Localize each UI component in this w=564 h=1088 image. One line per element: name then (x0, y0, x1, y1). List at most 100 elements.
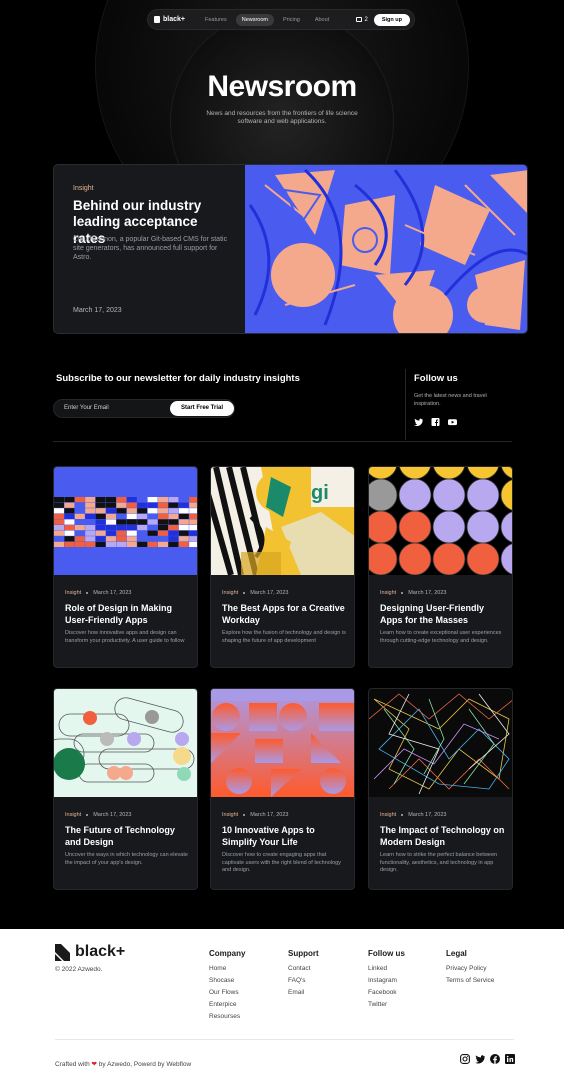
footer-link-faqs[interactable]: FAQ's (288, 977, 319, 984)
footer-credit: Crafted with ❤ by Azwedo, Powerd by Webf… (55, 1060, 191, 1068)
featured-tag: Insight (73, 185, 94, 192)
card-description: Discover how to create engaging apps tha… (222, 852, 341, 874)
facebook-icon[interactable] (431, 418, 440, 426)
footer-link-resources[interactable]: Resourses (209, 1013, 245, 1020)
card-tag: Insight (380, 812, 397, 818)
article-card[interactable]: Insight March 17, 2023 Designing User-Fr… (368, 466, 513, 668)
nav-link-newsroom[interactable]: Newsroom (235, 13, 275, 26)
card-image: gi (211, 467, 354, 575)
nav-link-pricing[interactable]: Pricing (277, 14, 306, 26)
page-title: Newsroom (207, 70, 357, 103)
page-subtitle: News and resources from the frontiers of… (206, 110, 358, 126)
section-divider (53, 441, 512, 442)
featured-article[interactable]: Insight Behind our industry leading acce… (53, 164, 528, 334)
logo-mark-icon (154, 16, 160, 23)
featured-date: March 17, 2023 (73, 307, 122, 314)
footer-link-twitter[interactable]: Twitter (368, 1001, 405, 1008)
article-card[interactable]: Insight March 17, 2023 10 Innovative App… (210, 688, 355, 890)
card-title[interactable]: 10 Innovative Apps to Simplify Your Life (222, 824, 347, 849)
meta-separator (243, 814, 246, 816)
footer: black+ © 2022 Azwedo. Company Home Shoca… (0, 929, 564, 1088)
meta-separator (86, 592, 89, 594)
footer-heading: Follow us (368, 949, 405, 958)
meta-separator (86, 814, 89, 816)
youtube-icon[interactable] (448, 418, 457, 426)
nav-link-about[interactable]: About (309, 14, 335, 26)
card-image (211, 689, 354, 797)
card-image (54, 689, 197, 797)
svg-text:gi: gi (311, 482, 329, 504)
footer-link-home[interactable]: Home (209, 965, 245, 972)
footer-brand: black+ (75, 943, 126, 960)
cart-button[interactable]: 2 (356, 17, 368, 23)
card-meta: Insight March 17, 2023 (380, 590, 446, 596)
heart-icon: ❤ (91, 1061, 97, 1068)
card-title[interactable]: Role of Design in Making User-Friendly A… (65, 602, 190, 627)
footer-link-linked[interactable]: Linked (368, 965, 405, 972)
footer-link-instagram[interactable]: Instagram (368, 977, 405, 984)
card-date: March 17, 2023 (93, 812, 132, 818)
footer-link-contact[interactable]: Contact (288, 965, 319, 972)
newsletter-title: Subscribe to our newsletter for daily in… (56, 373, 300, 384)
footer-logo[interactable]: black+ (55, 943, 125, 961)
follow-icons (414, 418, 457, 426)
card-meta: Insight March 17, 2023 (65, 812, 131, 818)
card-date: March 17, 2023 (250, 812, 289, 818)
twitter-icon[interactable] (414, 418, 423, 426)
card-description: Learn how to create exceptional user exp… (380, 630, 502, 644)
card-date: March 17, 2023 (408, 812, 447, 818)
twitter-icon[interactable] (475, 1054, 485, 1064)
card-meta: Insight March 17, 2023 (380, 812, 446, 818)
article-card[interactable]: Insight March 17, 2023 The Impact of Tec… (368, 688, 513, 890)
newsletter-divider (405, 369, 406, 440)
card-image (369, 689, 512, 797)
nav-brand: black+ (163, 16, 185, 23)
card-title[interactable]: The Future of Technology and Design (65, 824, 190, 849)
meta-separator (401, 592, 404, 594)
nav-link-features[interactable]: Features (199, 14, 233, 26)
card-image (369, 467, 512, 575)
footer-divider (55, 1039, 514, 1040)
meta-separator (401, 814, 404, 816)
credit-prefix: Crafted with (55, 1061, 90, 1068)
card-description: Learn how to strike the perfect balance … (380, 852, 498, 874)
card-title[interactable]: Designing User-Friendly Apps for the Mas… (380, 602, 505, 627)
footer-column-company: Company Home Shocase Our Flows Enterpice… (209, 949, 245, 1025)
signup-button[interactable]: Sign up (373, 13, 410, 26)
featured-image (245, 165, 527, 333)
article-card[interactable]: Insight March 17, 2023 The Future of Tec… (53, 688, 198, 890)
start-free-trial-button[interactable]: Start Free Trial (170, 401, 234, 416)
card-date: March 17, 2023 (250, 590, 289, 596)
card-description: Discover how innovative apps and design … (65, 630, 185, 644)
footer-column-support: Support Contact FAQ's Email (288, 949, 319, 1001)
footer-link-enterprise[interactable]: Enterpice (209, 1001, 245, 1008)
footer-link-privacy[interactable]: Privacy Policy (446, 965, 494, 972)
footer-social (460, 1054, 515, 1064)
footer-link-email[interactable]: Email (288, 989, 319, 996)
footer-link-terms[interactable]: Terms of Service (446, 977, 494, 984)
footer-link-facebook[interactable]: Facebook (368, 989, 405, 996)
copyright: © 2022 Azwedo. (55, 966, 103, 973)
instagram-icon[interactable] (460, 1054, 470, 1064)
footer-heading: Support (288, 949, 319, 958)
footer-link-showcase[interactable]: Shocase (209, 977, 245, 984)
featured-description: CloudCannon, a popular Git-based CMS for… (73, 236, 228, 262)
linkedin-icon[interactable] (505, 1054, 515, 1064)
card-tag: Insight (380, 590, 397, 596)
facebook-icon[interactable] (490, 1054, 500, 1064)
article-card[interactable]: Insight March 17, 2023 Role of Design in… (53, 466, 198, 668)
card-tag: Insight (65, 590, 82, 596)
follow-text: Get the latest news and travel inspirati… (414, 393, 487, 407)
card-title[interactable]: The Impact of Technology on Modern Desig… (380, 824, 505, 849)
footer-link-our-flows[interactable]: Our Flows (209, 989, 245, 996)
follow-title: Follow us (414, 373, 458, 384)
nav-logo[interactable]: black+ (154, 16, 185, 23)
card-title[interactable]: The Best Apps for a Creative Workday (222, 602, 347, 627)
article-card[interactable]: gi Insight March 17, 2023 The Best Apps … (210, 466, 355, 668)
email-input[interactable]: Enter Your Email (64, 405, 109, 411)
footer-column-follow: Follow us Linked Instagram Facebook Twit… (368, 949, 405, 1013)
card-meta: Insight March 17, 2023 (222, 590, 288, 596)
credit-suffix: by Azwedo, Powerd by Webflow (98, 1061, 192, 1068)
footer-heading: Legal (446, 949, 467, 958)
footer-column-legal: Legal Privacy Policy Terms of Service (446, 949, 494, 989)
